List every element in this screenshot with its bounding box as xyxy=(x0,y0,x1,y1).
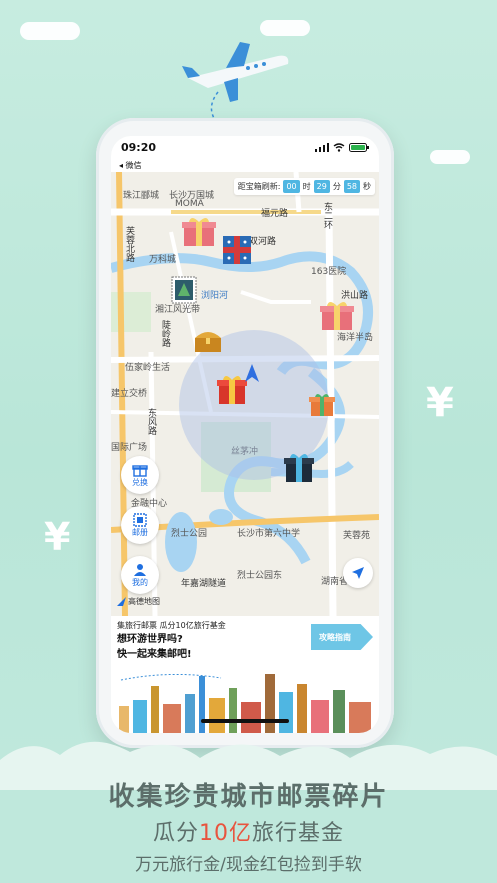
cloud-decoration xyxy=(430,150,470,164)
tagline-prefix: 瓜分 xyxy=(152,821,199,846)
promo-line-1: 想环游世界吗? xyxy=(117,634,183,645)
user-icon xyxy=(134,563,146,576)
map-label: 东二环 xyxy=(322,202,332,229)
map-label: 国际广场 xyxy=(111,443,148,453)
timer-seconds-unit: 秒 xyxy=(363,182,371,191)
tagline-highlight: 10亿 xyxy=(199,821,252,846)
app-screen: 09:20 ◂ 微信 距宝箱刷新: 00 时 29 分 58 秒 珠江郦城 长沙… xyxy=(111,136,379,733)
map-label: 东风路 xyxy=(146,408,156,435)
map-label: 烈士公园东 xyxy=(237,571,283,581)
map-label: 建立交桥 xyxy=(111,389,148,399)
map-label: 163医院 xyxy=(311,267,347,277)
promo-subtitle: 集旅行邮票 瓜分10亿旅行基金 xyxy=(117,621,226,630)
yen-icon: ¥ xyxy=(426,380,454,426)
locate-button[interactable] xyxy=(343,558,373,588)
map-label: 烈士公园 xyxy=(171,529,208,539)
map-label: 双河路 xyxy=(249,237,277,247)
signal-icon xyxy=(315,142,329,152)
gift-box-icon[interactable] xyxy=(319,300,355,332)
map-label: 珠江郦城 xyxy=(123,191,160,201)
tagline-tertiary: 万元旅行金/现金红包捡到手软 xyxy=(135,855,362,875)
timer-hours: 00 xyxy=(283,180,300,193)
tagline-secondary: 瓜分10亿旅行基金 xyxy=(0,815,497,847)
navigation-arrow-icon xyxy=(352,567,364,579)
map-label: MOMA xyxy=(175,199,204,209)
map-label: 长沙市第六中学 xyxy=(237,529,301,539)
my-profile-button[interactable]: 我的 xyxy=(121,556,159,594)
wifi-icon xyxy=(333,142,345,152)
exchange-label: 兑换 xyxy=(132,477,148,487)
tagline-suffix: 旅行基金 xyxy=(252,821,345,846)
amap-label: 高德地图 xyxy=(128,597,160,606)
timer-hours-unit: 时 xyxy=(302,182,311,191)
album-icon xyxy=(133,512,147,527)
gift-box-icon[interactable] xyxy=(181,216,217,248)
timer-seconds: 58 xyxy=(343,180,360,193)
amap-icon xyxy=(117,597,126,606)
tagline-main: 收集珍贵城市邮票碎片 xyxy=(108,782,389,812)
map-label: 福元路 xyxy=(261,209,289,219)
treasure-chest-icon[interactable] xyxy=(193,328,223,354)
guide-button[interactable]: 攻略指南 xyxy=(311,624,373,650)
stamp-album-label: 邮册 xyxy=(132,527,148,537)
exchange-button[interactable]: 兑换 xyxy=(121,456,159,494)
promo-line-2: 快一起来集邮吧! xyxy=(117,649,192,660)
gift-box-icon[interactable] xyxy=(217,374,247,406)
map-label: 芙蓉苑 xyxy=(343,531,371,541)
gift-box-icon[interactable] xyxy=(307,392,337,418)
battery-icon xyxy=(349,142,369,152)
map-label: 伍家岭生活 xyxy=(125,363,171,373)
status-time: 09:20 xyxy=(121,140,157,154)
amap-logo: 高德地图 xyxy=(117,596,160,607)
home-indicator xyxy=(201,719,289,723)
cloud-decoration xyxy=(260,20,310,36)
stamp-icon[interactable] xyxy=(171,276,197,304)
timer-minutes-unit: 分 xyxy=(332,182,341,191)
timer-label: 距宝箱刷新: xyxy=(237,182,281,191)
promo-card: 集旅行邮票 瓜分10亿旅行基金 想环游世界吗? 快一起来集邮吧! 攻略指南 xyxy=(111,616,379,733)
timer-minutes: 29 xyxy=(313,180,330,193)
status-bar: 09:20 xyxy=(111,136,379,158)
map-label: 浏阳河 xyxy=(201,291,229,301)
yen-icon: ¥ xyxy=(44,515,71,559)
my-profile-label: 我的 xyxy=(132,577,148,587)
map-view[interactable]: 距宝箱刷新: 00 时 29 分 58 秒 珠江郦城 长沙万国城 MOMA 福元… xyxy=(111,172,379,616)
stamp-album-button[interactable]: 邮册 xyxy=(121,506,159,544)
gift-icon xyxy=(132,464,148,477)
map-label: 年嘉湖隧道 xyxy=(181,579,227,589)
gift-box-icon[interactable] xyxy=(283,452,315,484)
gift-box-icon[interactable] xyxy=(221,234,253,266)
map-label: 万科城 xyxy=(149,255,177,265)
map-label: 陡岭路 xyxy=(160,320,170,347)
wechat-back-link[interactable]: ◂ 微信 xyxy=(111,158,379,172)
user-location-arrow-icon xyxy=(245,364,259,382)
map-label: 芙蓉北路 xyxy=(124,226,134,262)
cloud-decoration xyxy=(20,22,80,40)
treasure-refresh-timer: 距宝箱刷新: 00 时 29 分 58 秒 xyxy=(233,178,375,195)
